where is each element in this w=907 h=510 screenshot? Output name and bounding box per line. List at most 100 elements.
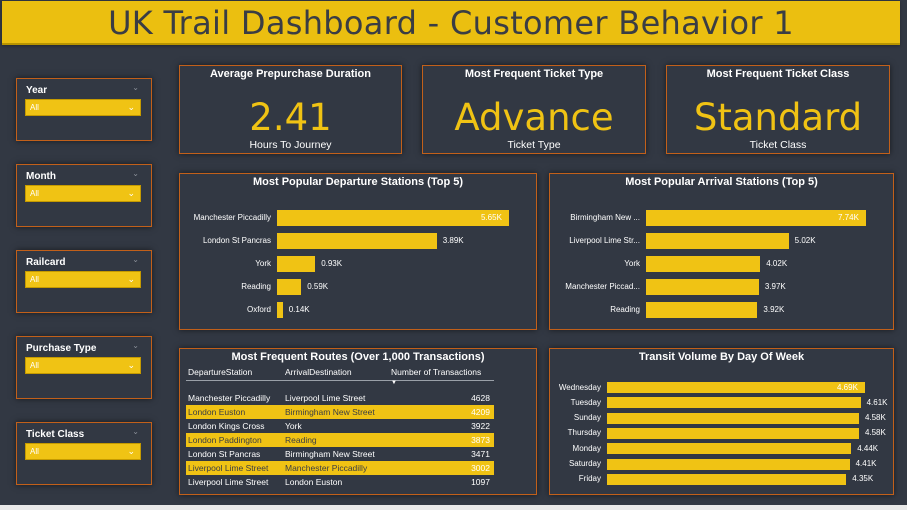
chart-title: Most Popular Arrival Stations (Top 5) — [625, 176, 818, 188]
transit-volume-chart: Transit Volume By Day Of Week Wednesday 4… — [549, 348, 894, 495]
cell-departure: London Paddington — [188, 435, 262, 445]
bar[interactable] — [277, 302, 283, 318]
bar[interactable] — [646, 279, 759, 295]
cell-arrival: London Euston — [285, 477, 343, 487]
cell-departure: London Kings Cross — [188, 421, 265, 431]
bar-value-label: 0.59K — [307, 282, 329, 291]
slicer-year: Year ⌄ All ⌄ — [16, 78, 152, 141]
bar[interactable] — [607, 382, 865, 393]
bar-category-label: York — [255, 259, 271, 268]
bar[interactable] — [277, 256, 316, 272]
cell-arrival: Birmingham New Street — [285, 407, 375, 417]
cell-departure: London St Pancras — [188, 449, 261, 459]
bar-category-label: Thursday — [567, 428, 601, 438]
bar-value-label: 4.58K — [864, 413, 886, 423]
bar[interactable] — [607, 443, 852, 455]
table-row[interactable]: London Paddington Reading 3873 — [186, 433, 494, 447]
slicer-menu-icon[interactable]: ⌄ — [132, 83, 139, 92]
routes-table: Most Frequent Routes (Over 1,000 Transac… — [179, 348, 537, 495]
cell-departure: Manchester Piccadilly — [188, 393, 271, 403]
cell-transactions: 1097 — [471, 477, 490, 487]
sort-descending-icon[interactable]: ▼ — [391, 380, 397, 386]
purchase-type-dropdown[interactable]: All ⌄ — [25, 357, 141, 374]
slicer-month: Month ⌄ All ⌄ — [16, 164, 152, 227]
cell-transactions: 3002 — [471, 463, 490, 473]
bar-value-label: 4.02K — [766, 259, 788, 268]
column-header-transactions[interactable]: Number of Transactions — [391, 367, 481, 377]
slicer-menu-icon[interactable]: ⌄ — [132, 427, 139, 436]
table-row[interactable]: London Euston Birmingham New Street 4209 — [186, 405, 494, 419]
table-row[interactable]: Manchester Piccadilly Liverpool Lime Str… — [186, 391, 494, 405]
bar[interactable] — [646, 210, 866, 226]
title-banner: UK Trail Dashboard - Customer Behavior 1 — [2, 1, 900, 45]
chevron-down-icon[interactable]: ⌄ — [127, 446, 135, 457]
bar[interactable] — [646, 233, 789, 249]
slicer-railcard: Railcard ⌄ All ⌄ — [16, 250, 152, 313]
bar-value-label: 4.58K — [864, 428, 886, 438]
table-row[interactable]: Liverpool Lime Street London Euston 1097 — [186, 475, 494, 489]
table-row[interactable]: Liverpool Lime Street Manchester Piccadi… — [186, 461, 494, 475]
slicer-label: Ticket Class — [26, 429, 85, 440]
slicer-purchase-type: Purchase Type ⌄ All ⌄ — [16, 336, 152, 399]
cell-transactions: 3873 — [471, 435, 490, 445]
cell-departure: Liverpool Lime Street — [188, 463, 269, 473]
bar[interactable] — [277, 210, 509, 226]
bar-value-label: 4.41K — [855, 459, 877, 468]
bar-value-label: 3.89K — [442, 236, 464, 245]
bar-category-label: Reading — [241, 282, 271, 291]
slicer-menu-icon[interactable]: ⌄ — [132, 169, 139, 178]
chevron-down-icon[interactable]: ⌄ — [127, 188, 135, 199]
bar-category-label: Sunday — [573, 413, 601, 423]
kpi-caption: Hours To Journey — [249, 139, 332, 151]
chevron-down-icon[interactable]: ⌄ — [127, 102, 135, 113]
bar-category-label: Oxford — [246, 305, 271, 314]
kpi-value: 2.41 — [249, 96, 332, 139]
cell-departure: London Euston — [188, 407, 246, 417]
bar[interactable] — [607, 412, 859, 424]
bar-category-label: Friday — [578, 474, 601, 484]
bar[interactable] — [646, 302, 758, 318]
bar-category-label: Manchester Piccadilly — [193, 213, 271, 222]
kpi-value: Standard — [693, 96, 863, 139]
year-dropdown[interactable]: All ⌄ — [25, 99, 141, 116]
bar[interactable] — [607, 427, 859, 439]
bar-value-label: 5.65K — [481, 213, 502, 222]
page-footer-strip — [0, 505, 907, 510]
bar[interactable] — [607, 473, 847, 485]
slicer-label: Railcard — [26, 257, 66, 268]
bar[interactable] — [277, 233, 437, 249]
kpi-title: Most Frequent Ticket Type — [464, 68, 604, 80]
bar[interactable] — [607, 397, 861, 409]
bar[interactable] — [646, 256, 761, 272]
table-row[interactable]: London Kings Cross York 3922 — [186, 419, 494, 433]
bar-value-label: 3.92K — [763, 305, 785, 314]
kpi-ticket-type: Most Frequent Ticket Type Advance Ticket… — [422, 65, 646, 154]
dropdown-value: All — [30, 189, 39, 198]
ticket-class-dropdown[interactable]: All ⌄ — [25, 443, 141, 460]
cell-arrival: Reading — [285, 435, 317, 445]
dropdown-value: All — [30, 275, 39, 284]
bar-category-label: Tuesday — [570, 397, 601, 407]
chevron-down-icon[interactable]: ⌄ — [127, 360, 135, 371]
bar-value-label: 0.14K — [288, 305, 310, 314]
bar-category-label: Manchester Piccad... — [565, 282, 640, 291]
chevron-down-icon[interactable]: ⌄ — [127, 274, 135, 285]
kpi-ticket-class: Most Frequent Ticket Class Standard Tick… — [666, 65, 890, 154]
slicer-menu-icon[interactable]: ⌄ — [132, 341, 139, 350]
railcard-dropdown[interactable]: All ⌄ — [25, 271, 141, 288]
cell-arrival: York — [285, 421, 302, 431]
bar-category-label: Monday — [572, 443, 601, 453]
slicer-menu-icon[interactable]: ⌄ — [132, 255, 139, 264]
bar[interactable] — [607, 458, 850, 470]
column-header-arrival[interactable]: ArrivalDestination — [285, 367, 352, 377]
month-dropdown[interactable]: All ⌄ — [25, 185, 141, 202]
dropdown-value: All — [30, 447, 39, 456]
cell-arrival: Manchester Piccadilly — [285, 463, 368, 473]
table-row[interactable]: London St Pancras Birmingham New Street … — [186, 447, 494, 461]
cell-arrival: Liverpool Lime Street — [285, 393, 366, 403]
column-header-departure[interactable]: DepartureStation — [188, 367, 252, 377]
kpi-title: Average Prepurchase Duration — [210, 68, 371, 80]
slicer-label: Month — [26, 171, 56, 182]
kpi-value: Advance — [454, 96, 614, 139]
bar[interactable] — [277, 279, 302, 295]
